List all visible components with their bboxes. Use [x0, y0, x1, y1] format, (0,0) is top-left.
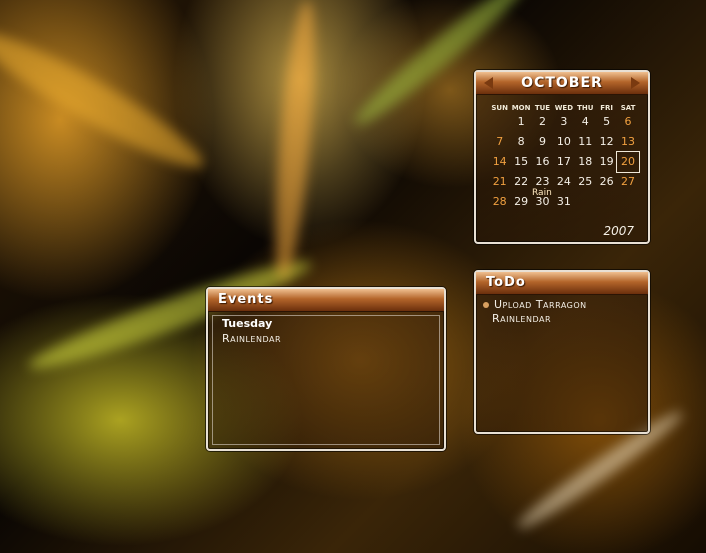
day-cell[interactable]: 18: [575, 152, 596, 172]
today-cell[interactable]: 20: [616, 151, 640, 173]
day-cell[interactable]: 8: [510, 132, 531, 152]
day-cell[interactable]: 27: [617, 172, 638, 192]
calendar-year: 2007: [603, 224, 634, 238]
day-cell[interactable]: 10: [553, 132, 574, 152]
bullet-icon: [483, 302, 489, 308]
events-title: Events: [208, 289, 444, 312]
weekday-label: WED: [554, 104, 574, 112]
bg-streak: [267, 0, 323, 281]
day-cell[interactable]: 31: [553, 192, 574, 212]
day-cell[interactable]: 22: [510, 172, 531, 192]
day-cell[interactable]: 14: [489, 152, 510, 172]
day-cell[interactable]: [489, 112, 510, 132]
day-cell[interactable]: 9: [532, 132, 553, 152]
day-cell[interactable]: [575, 192, 596, 212]
weekday-label: MON: [511, 104, 531, 112]
day-cell[interactable]: 19: [596, 152, 617, 172]
day-cell[interactable]: 6: [617, 112, 638, 132]
weekday-label: FRI: [600, 104, 614, 112]
week-row: 7 8 9 10 11 12 13: [489, 132, 639, 152]
todo-item-line2: Rainlendar: [492, 312, 552, 325]
calendar-grid: SUN MON TUE WED THU FRI SAT 1 2 3 4 5 6 …: [489, 104, 640, 212]
day-cell[interactable]: 26: [596, 172, 617, 192]
bg-streak: [0, 17, 213, 183]
previous-month-arrow-icon[interactable]: [484, 77, 493, 89]
day-cell[interactable]: 17: [553, 152, 574, 172]
day-cell[interactable]: 29: [510, 192, 531, 212]
calendar-header: October: [476, 72, 648, 95]
day-cell[interactable]: [596, 192, 617, 212]
day-cell[interactable]: 1: [510, 112, 531, 132]
weekday-label: SAT: [620, 104, 636, 112]
day-cell[interactable]: 2: [532, 112, 553, 132]
calendar-month: October: [521, 75, 603, 91]
todo-item[interactable]: Upload Tarragon Rainlendar: [483, 298, 587, 326]
weekday-label: SUN: [491, 104, 508, 112]
day-cell[interactable]: 3: [553, 112, 574, 132]
todo-item-line1: Upload Tarragon: [494, 298, 587, 311]
day-cell[interactable]: 4: [575, 112, 596, 132]
week-row: 21 22 23 24 25 26 27: [489, 172, 639, 192]
todo-widget: ToDo Upload Tarragon Rainlendar: [474, 270, 650, 434]
weekday-header-row: SUN MON TUE WED THU FRI SAT: [489, 104, 639, 112]
day-cell[interactable]: 25: [575, 172, 596, 192]
day-cell[interactable]: 28: [489, 192, 510, 212]
next-month-arrow-icon[interactable]: [631, 77, 640, 89]
day-cell[interactable]: 11: [575, 132, 596, 152]
day-cell[interactable]: 13: [617, 132, 638, 152]
week-row: 14 15 16 17 18 19 20: [489, 151, 640, 173]
day-cell[interactable]: 5: [596, 112, 617, 132]
day-cell[interactable]: 21: [489, 172, 510, 192]
week-row: 1 2 3 4 5 6: [489, 112, 639, 132]
weekday-label: THU: [577, 104, 594, 112]
day-cell[interactable]: 16: [532, 152, 553, 172]
week-row: 28 29 30 31: [489, 192, 639, 212]
day-cell[interactable]: 12: [596, 132, 617, 152]
day-cell[interactable]: 7: [489, 132, 510, 152]
day-cell[interactable]: [617, 192, 638, 212]
event-item[interactable]: Rainlendar: [222, 332, 281, 345]
day-cell[interactable]: 15: [510, 152, 531, 172]
calendar-widget: October SUN MON TUE WED THU FRI SAT 1 2 …: [474, 70, 650, 244]
event-day-heading: Tuesday: [222, 317, 273, 330]
weekday-label: TUE: [534, 104, 551, 112]
todo-title: ToDo: [476, 272, 648, 295]
events-widget: Events Tuesday Rainlendar: [206, 287, 446, 451]
day-cell[interactable]: 24: [553, 172, 574, 192]
calendar-event-label: Rain: [532, 188, 552, 198]
